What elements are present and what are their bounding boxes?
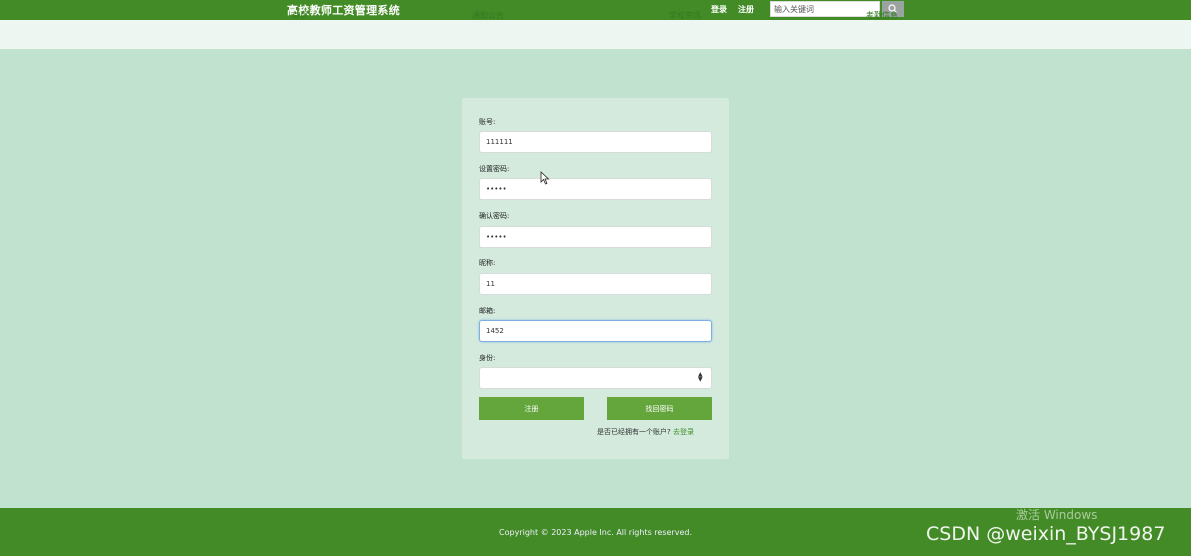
register-button[interactable]: 注册 [479,397,584,420]
top-header [0,0,1191,20]
confirm-password-field[interactable] [479,226,712,248]
account-label: 账号: [479,118,496,126]
login-hint: 是否已经拥有一个账户? 去登录 [597,427,694,437]
nav-item-school-news[interactable]: 学校资讯 [669,10,701,21]
csdn-watermark: CSDN @weixin_BYSJ1987 [926,523,1166,545]
nav-item-home[interactable]: 首页 [292,10,308,21]
email-field[interactable] [479,320,712,342]
login-link[interactable]: 登录 [711,4,727,15]
register-link[interactable]: 注册 [738,4,754,15]
nav-item-notices[interactable]: 通知公告 [472,10,504,21]
account-field[interactable] [479,131,712,153]
nickname-label: 昵称: [479,259,496,267]
role-select[interactable] [479,367,712,389]
role-label: 身份: [479,354,496,362]
search-input[interactable] [770,1,880,17]
select-arrows-icon: ▲ ▼ [698,371,703,383]
recover-password-button[interactable]: 找回密码 [607,397,712,420]
nav-bar [0,20,1191,49]
password-field[interactable] [479,178,712,200]
go-login-link[interactable]: 去登录 [673,428,694,436]
password-label: 设置密码: [479,165,510,173]
login-hint-text: 是否已经拥有一个账户? [597,428,671,436]
nickname-field[interactable] [479,273,712,295]
nav-item-attendance[interactable]: 考勤信息 [866,10,898,21]
mouse-cursor-icon [540,171,550,185]
email-label: 邮箱: [479,307,496,315]
activate-windows-watermark: 激活 Windows [1016,508,1098,522]
confirm-password-label: 确认密码: [479,212,510,220]
